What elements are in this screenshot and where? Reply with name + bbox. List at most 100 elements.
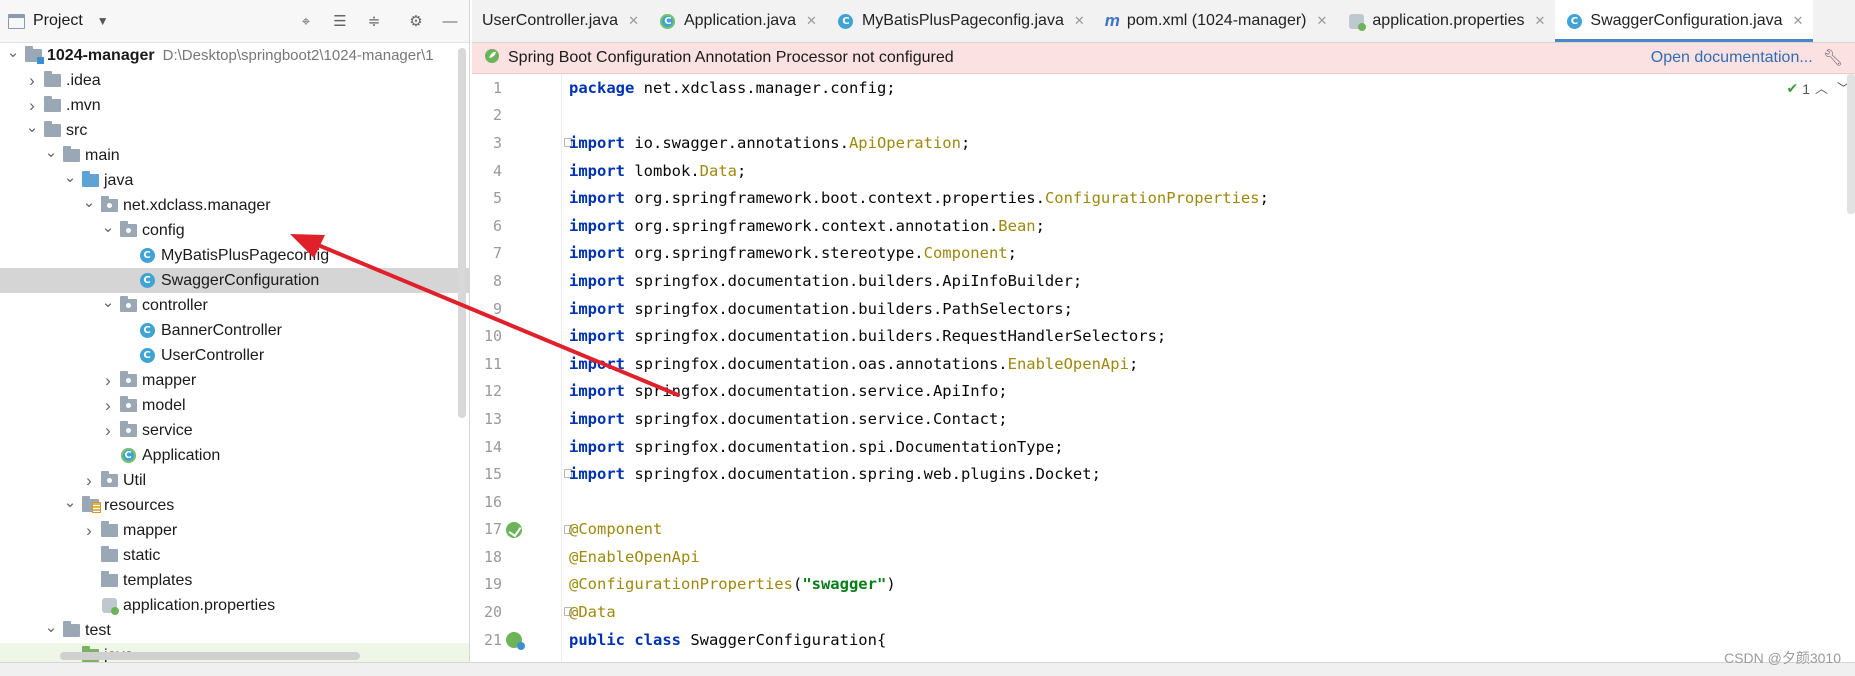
- gutter-line[interactable]: 13: [472, 405, 561, 433]
- close-icon[interactable]: ✕: [1074, 13, 1085, 29]
- code-line[interactable]: package net.xdclass.manager.config;: [569, 74, 1775, 102]
- tab-swaggerconfiguration-java[interactable]: C SwaggerConfiguration.java ✕: [1555, 0, 1814, 42]
- gutter-line[interactable]: 20: [472, 598, 572, 626]
- gutter-line[interactable]: 11: [472, 350, 561, 378]
- expand-all-icon[interactable]: ☰: [329, 10, 351, 32]
- tree-item-service[interactable]: › service: [0, 418, 469, 443]
- gutter-line[interactable]: 18: [472, 543, 561, 571]
- tab-mybatispluspageconfig-java[interactable]: C MyBatisPlusPageconfig.java ✕: [827, 0, 1095, 42]
- gutter-line[interactable]: 1: [472, 74, 561, 102]
- tree-item-application-properties[interactable]: ›application.properties: [0, 593, 469, 618]
- gutter-line[interactable]: 10: [472, 322, 561, 350]
- close-icon[interactable]: ✕: [1793, 13, 1804, 29]
- chevron-down-icon[interactable]: ⌄: [99, 293, 117, 311]
- gutter-line[interactable]: 14: [472, 433, 561, 461]
- close-icon[interactable]: ✕: [1317, 13, 1328, 29]
- chevron-down-icon[interactable]: ⌄: [61, 168, 79, 186]
- chevron-up-icon[interactable]: ︿: [1815, 78, 1828, 97]
- tree-item-1024-manager[interactable]: ⌄ 1024-manager D:\Desktop\springboot2\1024…: [0, 43, 469, 68]
- close-icon[interactable]: ✕: [628, 13, 639, 29]
- project-title[interactable]: Project: [33, 12, 83, 30]
- tree-item-application[interactable]: ›CApplication: [0, 443, 469, 468]
- close-icon[interactable]: ✕: [806, 13, 817, 29]
- code-line[interactable]: import springfox.documentation.builders.…: [569, 295, 1775, 323]
- chevron-down-icon[interactable]: ⌄: [80, 193, 98, 211]
- tab-pom-xml-1024-manager[interactable]: m pom.xml (1024-manager) ✕: [1095, 0, 1338, 42]
- chevron-right-icon[interactable]: ›: [99, 421, 117, 441]
- vertical-scrollbar[interactable]: [458, 48, 466, 418]
- tree-item-mapper[interactable]: › mapper: [0, 368, 469, 393]
- tree-item-model[interactable]: › model: [0, 393, 469, 418]
- chevron-right-icon[interactable]: ›: [80, 471, 98, 491]
- chevron-down-icon[interactable]: ⌄: [4, 43, 22, 61]
- code-area[interactable]: package net.xdclass.manager.config; impor…: [569, 74, 1775, 653]
- gutter-line[interactable]: 8: [472, 267, 561, 295]
- gutter-line[interactable]: 17: [472, 516, 572, 544]
- chevron-down-icon[interactable]: ▼: [97, 14, 109, 28]
- gutter-line[interactable]: 3: [472, 129, 572, 157]
- code-line[interactable]: import org.springframework.boot.context.…: [569, 184, 1775, 212]
- gutter-line[interactable]: 6: [472, 212, 561, 240]
- collapse-all-icon[interactable]: ≑: [363, 10, 385, 32]
- run-icon[interactable]: [506, 631, 525, 650]
- gutter-line[interactable]: 19: [472, 571, 561, 599]
- code-line[interactable]: import org.springframework.stereotype. Co…: [569, 240, 1775, 268]
- chevron-down-icon[interactable]: ⌄: [99, 218, 117, 236]
- code-line[interactable]: import springfox.documentation.service.C…: [569, 405, 1775, 433]
- code-line[interactable]: public class SwaggerConfiguration{: [569, 626, 1775, 654]
- minimize-icon[interactable]: —: [439, 10, 461, 32]
- chevron-down-icon[interactable]: ⌄: [42, 618, 60, 636]
- gutter-line[interactable]: 5: [472, 184, 561, 212]
- chevron-right-icon[interactable]: ›: [99, 371, 117, 391]
- code-line[interactable]: @ConfigurationProperties("swagger"): [569, 571, 1775, 599]
- tree-item-java[interactable]: ⌄ java: [0, 168, 469, 193]
- chevron-right-icon[interactable]: ›: [23, 96, 41, 116]
- code-line[interactable]: [569, 488, 1775, 516]
- gutter-line[interactable]: 2: [472, 102, 561, 130]
- locate-icon[interactable]: ⌖: [295, 10, 317, 32]
- bean-icon[interactable]: [506, 521, 522, 538]
- gutter-line[interactable]: 4: [472, 157, 561, 185]
- open-documentation-link[interactable]: Open documentation...: [1651, 49, 1813, 67]
- chevron-down-icon[interactable]: ⌄: [23, 118, 41, 136]
- tree-item-mapper[interactable]: › mapper: [0, 518, 469, 543]
- close-icon[interactable]: ✕: [1535, 13, 1546, 29]
- code-line[interactable]: import org.springframework.context.annot…: [569, 212, 1775, 240]
- horizontal-scrollbar[interactable]: [60, 652, 360, 660]
- tree-item-usercontroller[interactable]: ›CUserController: [0, 343, 469, 368]
- code-line[interactable]: import springfox.documentation.oas.annot…: [569, 350, 1775, 378]
- chevron-down-icon[interactable]: ⌄: [61, 493, 79, 511]
- tree-item-templates[interactable]: ›templates: [0, 568, 469, 593]
- chevron-right-icon[interactable]: ›: [99, 396, 117, 416]
- code-line[interactable]: import springfox.documentation.service.A…: [569, 378, 1775, 406]
- tree-item-main[interactable]: ⌄ main: [0, 143, 469, 168]
- tree-item-idea[interactable]: › .idea: [0, 68, 469, 93]
- code-line[interactable]: import springfox.documentation.spi.Docum…: [569, 433, 1775, 461]
- wrench-icon[interactable]: 🔧︎: [1823, 48, 1843, 68]
- tab-usercontroller-java[interactable]: UserController.java ✕: [472, 0, 649, 42]
- tree-item-src[interactable]: ⌄ src: [0, 118, 469, 143]
- tree-item-swaggerconfiguration[interactable]: ›CSwaggerConfiguration: [0, 268, 469, 293]
- tree-item-config[interactable]: ⌄ config: [0, 218, 469, 243]
- chevron-down-icon[interactable]: ⌄: [42, 143, 60, 161]
- code-line[interactable]: import springfox.documentation.builders.…: [569, 322, 1775, 350]
- code-line[interactable]: @Data: [569, 598, 1775, 626]
- gear-icon[interactable]: ⚙: [405, 10, 427, 32]
- tab-application-java[interactable]: C Application.java ✕: [649, 0, 827, 42]
- tree-item-mybatispluspageconfig[interactable]: ›CMyBatisPlusPageconfig: [0, 243, 469, 268]
- gutter-line[interactable]: 7: [472, 240, 561, 268]
- code-line[interactable]: import springfox.documentation.builders.…: [569, 267, 1775, 295]
- code-line[interactable]: import lombok. Data;: [569, 157, 1775, 185]
- code-line[interactable]: import springfox.documentation.spring.we…: [569, 460, 1775, 488]
- tree-item-bannercontroller[interactable]: ›CBannerController: [0, 318, 469, 343]
- gutter-line[interactable]: 12: [472, 378, 561, 406]
- tree-item-controller[interactable]: ⌄ controller: [0, 293, 469, 318]
- chevron-right-icon[interactable]: ›: [23, 71, 41, 91]
- tree-item-static[interactable]: ›static: [0, 543, 469, 568]
- code-line[interactable]: import io.swagger.annotations. ApiOperati…: [569, 129, 1775, 157]
- tab-application-properties[interactable]: application.properties ✕: [1337, 0, 1555, 42]
- tree-item-resources[interactable]: ⌄ resources: [0, 493, 469, 518]
- gutter-line[interactable]: 9: [472, 295, 561, 323]
- gutter-line[interactable]: 21: [472, 626, 561, 654]
- editor-scrollbar[interactable]: [1847, 74, 1855, 214]
